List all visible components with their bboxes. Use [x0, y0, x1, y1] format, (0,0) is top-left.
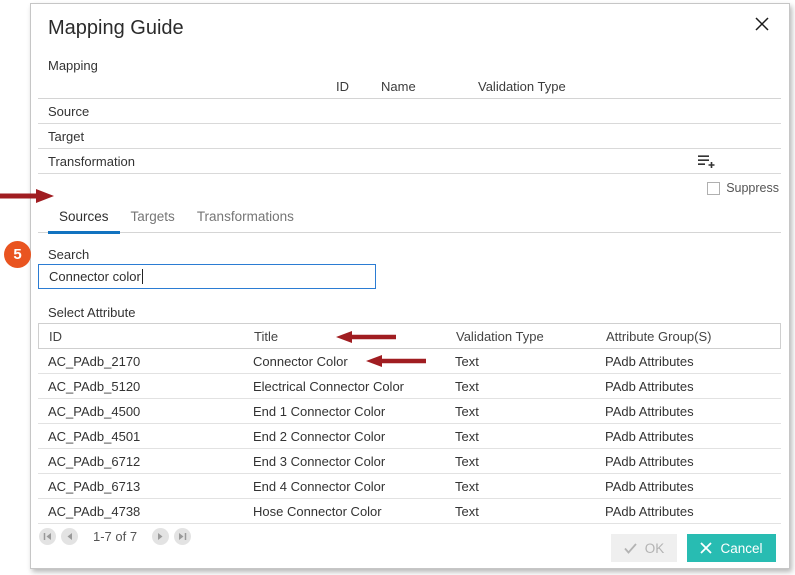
table-row[interactable]: AC_PAdb_2170Connector ColorTextPAdb Attr… [38, 349, 781, 374]
search-input-value: Connector color [49, 269, 141, 284]
annotation-arrow-sources-tab [0, 189, 54, 203]
table-row[interactable]: AC_PAdb_6713End 4 Connector ColorTextPAd… [38, 474, 781, 499]
suppress-label: Suppress [726, 181, 779, 195]
cell-title: End 3 Connector Color [243, 454, 445, 469]
cell-validation-type: Text [445, 404, 595, 419]
first-page-button[interactable] [39, 528, 56, 545]
attr-col-validation-type: Validation Type [446, 329, 596, 344]
suppress-checkbox[interactable] [707, 182, 720, 195]
search-label: Search [38, 247, 781, 262]
cell-attribute-groups: PAdb Attributes [595, 479, 781, 494]
cell-title: Connector Color [243, 354, 445, 369]
cell-validation-type: Text [445, 429, 595, 444]
tab-sources[interactable]: Sources [48, 204, 120, 233]
mapping-header-row: ID Name Validation Type [38, 77, 781, 99]
tab-transformations[interactable]: Transformations [186, 204, 305, 233]
cancel-button-label: Cancel [720, 541, 762, 556]
annotation-arrow-icon [366, 355, 426, 367]
page-range-text: 1-7 of 7 [93, 529, 137, 544]
mapping-guide-dialog: Mapping Guide Mapping ID Name Validation… [30, 3, 790, 569]
table-row[interactable]: AC_PAdb_5120Electrical Connector ColorTe… [38, 374, 781, 399]
search-input[interactable]: Connector color [38, 264, 376, 289]
table-row[interactable]: AC_PAdb_6712End 3 Connector ColorTextPAd… [38, 449, 781, 474]
last-page-button[interactable] [174, 528, 191, 545]
mapping-row-transformation[interactable]: Transformation [38, 149, 781, 174]
cell-title: End 4 Connector Color [243, 479, 445, 494]
cell-attribute-groups: PAdb Attributes [595, 379, 781, 394]
cell-id: AC_PAdb_4501 [38, 429, 243, 444]
mapping-col-validation-type: Validation Type [478, 79, 566, 94]
annotation-arrow-connector-color [336, 331, 396, 343]
add-transformation-icon[interactable] [697, 154, 716, 169]
cell-title: End 1 Connector Color [243, 404, 445, 419]
text-cursor [142, 269, 143, 284]
cell-attribute-groups: PAdb Attributes [595, 429, 781, 444]
ok-button[interactable]: OK [611, 534, 677, 562]
page-title: Mapping Guide [38, 4, 781, 40]
cell-title: End 2 Connector Color [243, 429, 445, 444]
tab-targets[interactable]: Targets [120, 204, 186, 233]
tabs: SourcesTargetsTransformations [38, 204, 781, 233]
cell-validation-type: Text [445, 354, 595, 369]
cell-id: AC_PAdb_6713 [38, 479, 243, 494]
cell-validation-type: Text [445, 454, 595, 469]
mapping-col-id: ID [336, 79, 349, 94]
cell-attribute-groups: PAdb Attributes [595, 454, 781, 469]
mapping-row-transformation-label: Transformation [48, 154, 135, 169]
cancel-button[interactable]: Cancel [687, 534, 776, 562]
attribute-table: ID Title Validation Type Attribute Group… [38, 323, 781, 524]
cell-attribute-groups: PAdb Attributes [595, 354, 781, 369]
cell-validation-type: Text [445, 379, 595, 394]
mapping-col-name: Name [381, 79, 416, 94]
cell-id: AC_PAdb_2170 [38, 354, 243, 369]
table-row[interactable]: AC_PAdb_4500End 1 Connector ColorTextPAd… [38, 399, 781, 424]
cell-id: AC_PAdb_4738 [38, 504, 243, 519]
previous-page-button[interactable] [61, 528, 78, 545]
mapping-row-target[interactable]: Target [38, 124, 781, 149]
mapping-row-source[interactable]: Source [38, 99, 781, 124]
table-row[interactable]: AC_PAdb_4738Hose Connector ColorTextPAdb… [38, 499, 781, 524]
mapping-section-label: Mapping [38, 58, 781, 73]
cell-id: AC_PAdb_6712 [38, 454, 243, 469]
mapping-row-source-label: Source [48, 104, 89, 119]
ok-button-label: OK [645, 541, 665, 556]
attribute-table-body: AC_PAdb_2170Connector ColorTextPAdb Attr… [38, 349, 781, 524]
cell-title: Hose Connector Color [243, 504, 445, 519]
table-row[interactable]: AC_PAdb_4501End 2 Connector ColorTextPAd… [38, 424, 781, 449]
cell-attribute-groups: PAdb Attributes [595, 404, 781, 419]
select-attribute-label: Select Attribute [38, 305, 781, 320]
mapping-row-target-label: Target [48, 129, 84, 144]
cell-id: AC_PAdb_5120 [38, 379, 243, 394]
attr-col-id: ID [39, 329, 244, 344]
step-number-badge: 5 [4, 241, 31, 268]
check-icon [624, 543, 637, 554]
cell-validation-type: Text [445, 479, 595, 494]
attr-col-attribute-groups: Attribute Group(S) [596, 329, 780, 344]
cell-id: AC_PAdb_4500 [38, 404, 243, 419]
dialog-footer: OK Cancel [611, 534, 776, 562]
cell-validation-type: Text [445, 504, 595, 519]
cell-title: Electrical Connector Color [243, 379, 445, 394]
suppress-row: Suppress [38, 179, 781, 197]
next-page-button[interactable] [152, 528, 169, 545]
x-icon [700, 542, 712, 554]
cell-attribute-groups: PAdb Attributes [595, 504, 781, 519]
attribute-table-header: ID Title Validation Type Attribute Group… [38, 323, 781, 349]
